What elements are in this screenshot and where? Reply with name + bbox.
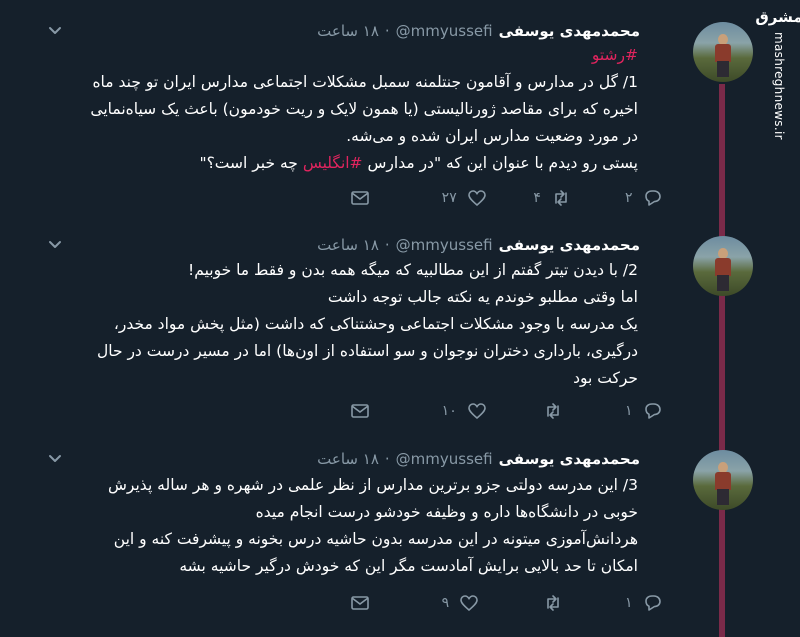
author-name[interactable]: محمدمهدی یوسفی [499,22,640,40]
separator-dot: · [384,22,390,40]
author-handle[interactable]: @mmyussefi [396,22,493,40]
reply-count: ۱ [625,595,633,611]
chevron-down-icon[interactable] [48,24,62,38]
tweet-actions: ۲۷ ۴ ۲ [350,187,680,209]
like-button[interactable]: ۱۰ [442,401,534,421]
tweet-line: خوبی در دانشگاه‌ها داره و وظیفه خودشو در… [255,503,638,521]
tweet-actions: ۱۰ ۱ [350,400,680,422]
tweet-line: اما وقتی مطلبو خوندم یه نکته جالب توجه د… [327,288,638,306]
avatar[interactable] [693,450,753,510]
like-count: ۱۰ [441,403,457,419]
retweet-icon [547,595,560,611]
hashtag[interactable]: #رشتو [592,46,638,64]
avatar[interactable] [693,22,753,82]
chevron-down-icon[interactable] [48,238,62,252]
tweet-text: 3/ این مدرسه دولتی جزو برترین مدارس از ن… [18,472,638,580]
tweet-3[interactable]: محمدمهدی یوسفی @mmyussefi · ۱۸ ساعت 3/ ا… [0,436,760,636]
watermark-url: mashreghnews.ir [772,32,786,140]
tweet-line: درگیری، بارداری دختران نوجوان و سو استفا… [96,342,638,360]
like-count: ۲۷ [441,190,457,206]
tweet-time[interactable]: ۱۸ ساعت [317,236,379,254]
tweet-header: محمدمهدی یوسفی @mmyussefi · ۱۸ ساعت [317,234,640,256]
tweet-header: محمدمهدی یوسفی @mmyussefi · ۱۸ ساعت [317,20,640,42]
tweet-time[interactable]: ۱۸ ساعت [317,450,379,468]
reply-icon [644,190,661,206]
retweet-button[interactable] [533,401,625,421]
reply-icon [644,595,661,611]
heart-icon [460,595,479,612]
retweet-count: ۴ [533,190,541,206]
separator-dot: · [384,236,390,254]
tweet-time[interactable]: ۱۸ ساعت [317,22,379,40]
tweet-2[interactable]: محمدمهدی یوسفی @mmyussefi · ۱۸ ساعت 2/ ب… [0,222,760,430]
tweet-text: 2/ با دیدن تیتر گفتم از این مطالبیه که م… [18,257,638,392]
like-count: ۹ [441,595,450,611]
mail-icon [351,191,369,205]
author-handle[interactable]: @mmyussefi [396,236,493,254]
hashtag[interactable]: #انگلیس [303,154,363,172]
author-name[interactable]: محمدمهدی یوسفی [499,450,640,468]
mashregh-watermark: مشرق mashreghnews.ir [755,0,800,140]
retweet-button[interactable]: ۴ [533,188,625,208]
tweet-line-text: پستی رو دیدم با عنوان این که "در مدارس [362,154,638,172]
reply-icon [644,403,661,419]
dm-button[interactable] [350,401,442,421]
tweet-line: امکان تا حد بالایی برایش آمادست مگر این … [179,557,638,575]
reply-count: ۱ [625,403,633,419]
reply-button[interactable]: ۲ [625,188,680,208]
tweet-line-text: چه خبر است؟" [199,154,303,172]
reply-button[interactable]: ۱ [625,593,680,613]
tweet-actions: ۹ ۱ [350,592,680,614]
reply-count: ۲ [625,190,633,206]
tweet-line: یک مدرسه با وجود مشکلات اجتماعی وحشتناکی… [113,315,638,333]
author-handle[interactable]: @mmyussefi [396,450,493,468]
dm-button[interactable] [350,188,442,208]
tweet-line: هردانش‌آموزی میتونه در این مدرسه بدون حا… [113,530,638,548]
like-button[interactable]: ۲۷ [442,188,534,208]
heart-icon [467,190,486,207]
tweet-line: پستی رو دیدم با عنوان این که "در مدارس #… [18,150,638,177]
tweet-line: حرکت بود [573,369,638,387]
retweet-icon [555,190,567,206]
retweet-button[interactable] [533,593,625,613]
like-button[interactable]: ۹ [442,593,534,613]
tweet-header: محمدمهدی یوسفی @mmyussefi · ۱۸ ساعت [317,448,640,470]
watermark-logo: مشرق [755,8,800,26]
tweet-line: 1/ گل در مدارس و آقامون جنتلمنه سمبل مشک… [92,73,638,91]
tweet-line: 2/ با دیدن تیتر گفتم از این مطالبیه که م… [188,261,638,279]
mail-icon [351,596,369,610]
tweet-1[interactable]: محمدمهدی یوسفی @mmyussefi · ۱۸ ساعت #رشت… [0,0,760,220]
author-name[interactable]: محمدمهدی یوسفی [499,236,640,254]
separator-dot: · [384,450,390,468]
mail-icon [351,404,369,418]
tweet-text: #رشتو 1/ گل در مدارس و آقامون جنتلمنه سم… [18,42,638,177]
reply-button[interactable]: ۱ [625,401,680,421]
tweet-line: اخیره که برای مقاصد ژورنالیستی (یا همون … [90,100,638,118]
chevron-down-icon[interactable] [48,452,62,466]
tweet-line: در مورد وضعیت مدارس ایران شده و می‌شه. [346,127,638,145]
heart-icon [467,403,486,420]
retweet-icon [547,403,560,419]
tweet-line: 3/ این مدرسه دولتی جزو برترین مدارس از ن… [108,476,638,494]
avatar[interactable] [693,236,753,296]
dm-button[interactable] [350,593,442,613]
